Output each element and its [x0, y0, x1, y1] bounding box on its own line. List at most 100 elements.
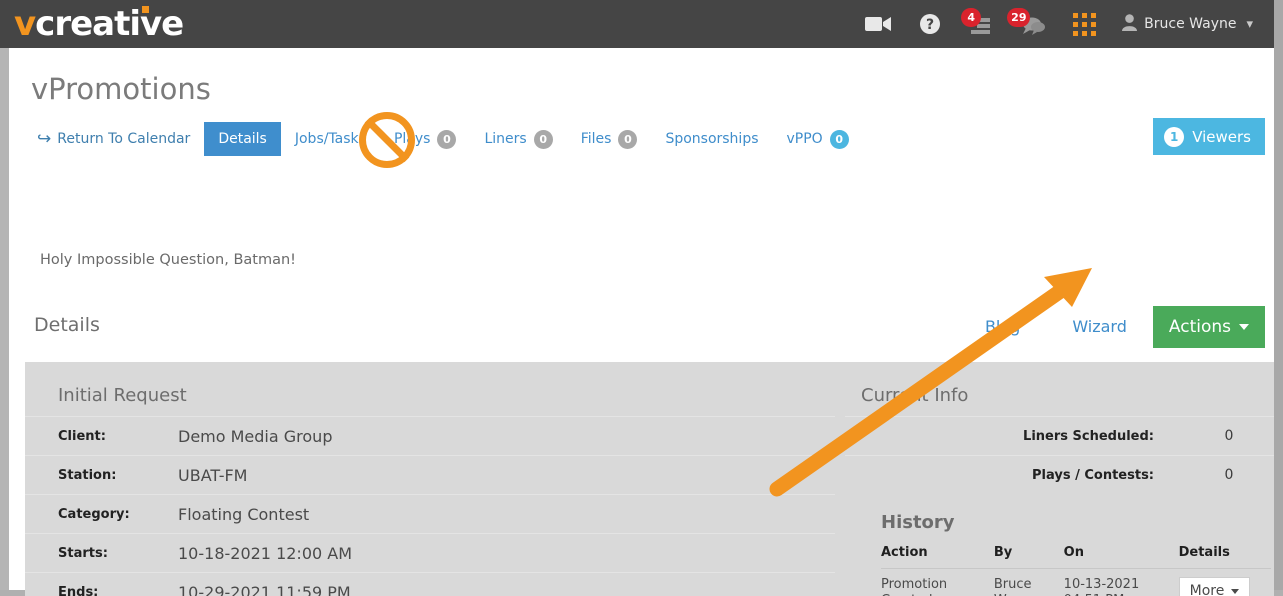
caret-down-icon	[1231, 588, 1240, 594]
current-info-section: Current Info Liners Scheduled: 0 Plays /…	[845, 362, 1274, 596]
tab-vppo-badge: 0	[829, 129, 849, 149]
viewers-label: Viewers	[1192, 127, 1251, 146]
tab-jobs-tasks[interactable]: Jobs/Tasks	[281, 122, 380, 156]
window-left-border	[0, 48, 9, 596]
logo-v-letter: v	[14, 4, 36, 44]
tasks-badge: 4	[961, 8, 982, 27]
details-section-title: Details	[34, 314, 100, 336]
history-cell-by: Bruce Wayne	[993, 577, 1038, 596]
field-value-starts: 10-18-2021 12:00 AM	[178, 543, 353, 563]
table-row: Liners Scheduled: 0	[845, 416, 1274, 455]
back-arrow-icon: ↪	[37, 128, 52, 149]
field-label-starts: Starts:	[58, 545, 108, 561]
grid-dots	[1073, 12, 1097, 36]
video-camera-icon[interactable]	[851, 0, 905, 48]
actions-button[interactable]: Actions	[1152, 306, 1265, 348]
more-button[interactable]: More	[1178, 577, 1251, 596]
user-menu[interactable]: Bruce Wayne ▾	[1110, 0, 1257, 48]
column-header-action: Action	[881, 541, 994, 569]
table-row: Promotion Created Bruce Wayne 10-13-2021…	[881, 569, 1271, 596]
field-label-station: Station:	[58, 467, 117, 483]
history-cell-action: Promotion Created	[881, 577, 948, 596]
column-header-by: By	[993, 541, 1064, 569]
actions-button-label: Actions	[1168, 317, 1231, 337]
top-nav-actions: ? 4 29 Bruce Wayne ▾	[851, 0, 1283, 48]
logo-text: creative	[35, 4, 184, 44]
tab-details-label: Details	[218, 131, 267, 147]
tab-vppo[interactable]: vPPO 0	[773, 122, 863, 156]
svg-text:?: ?	[926, 17, 934, 33]
field-value-ends: 10-29-2021 11:59 PM	[178, 582, 351, 596]
tab-plays-label: Plays	[393, 131, 431, 147]
field-value-station: UBAT-FM	[178, 465, 248, 485]
viewers-button[interactable]: 1 Viewers	[1153, 118, 1265, 155]
page-title: vPromotions	[31, 72, 211, 106]
messages-badge: 29	[1007, 8, 1031, 27]
current-info-title: Current Info	[861, 385, 969, 406]
history-title: History	[881, 512, 955, 533]
more-button-label: More	[1189, 583, 1225, 596]
return-to-calendar-link[interactable]: ↪ Return To Calendar	[31, 122, 204, 156]
tasks-list-icon[interactable]: 4	[955, 0, 1005, 48]
user-name-label: Bruce Wayne	[1144, 16, 1237, 32]
tab-jobs-tasks-label: Jobs/Tasks	[294, 131, 366, 147]
history-cell-on: 10-13-2021 04:51 PM	[1063, 577, 1140, 596]
details-card: Initial Request Client: Demo Media Group…	[25, 362, 1274, 596]
initial-request-title: Initial Request	[58, 385, 187, 406]
history-table: Action By On Details Promotion Created B…	[881, 541, 1271, 596]
tab-plays-badge: 0	[437, 129, 457, 149]
column-header-details: Details	[1178, 541, 1271, 569]
app-grid-icon[interactable]	[1059, 0, 1110, 48]
tab-sponsorships[interactable]: Sponsorships	[651, 122, 772, 156]
tab-files-label: Files	[580, 131, 612, 147]
blog-link[interactable]: Blog	[959, 307, 1046, 347]
tab-plays[interactable]: Plays 0	[380, 122, 471, 156]
tab-bar: ↪ Return To Calendar Details Jobs/Tasks …	[31, 119, 863, 159]
details-header-bar: Details Blog Wizard Actions	[26, 306, 1274, 350]
tab-details[interactable]: Details	[204, 122, 281, 156]
table-row: Client: Demo Media Group	[25, 416, 835, 455]
wizard-link[interactable]: Wizard	[1046, 307, 1153, 347]
field-label-plays-contests: Plays / Contests:	[1031, 467, 1154, 483]
details-header-actions: Blog Wizard Actions	[959, 306, 1265, 348]
field-value-category: Floating Contest	[178, 504, 310, 524]
promotion-subtitle: Holy Impossible Question, Batman!	[40, 252, 296, 268]
field-label-liners-scheduled: Liners Scheduled:	[1023, 428, 1154, 444]
table-row: Plays / Contests: 0	[845, 455, 1274, 494]
tab-vppo-label: vPPO	[786, 131, 823, 147]
top-navigation-bar: vcreative ? 4 29 Bruce Wayne ▾	[0, 0, 1283, 48]
tab-files[interactable]: Files 0	[567, 122, 652, 156]
vcreative-logo[interactable]: vcreative	[14, 4, 184, 44]
table-row: Station: UBAT-FM	[25, 455, 835, 494]
field-label-ends: Ends:	[58, 584, 99, 596]
field-label-client: Client:	[58, 428, 106, 444]
history-section: History Action By On Details Promotion B…	[845, 494, 1274, 596]
initial-request-section: Initial Request Client: Demo Media Group…	[25, 362, 835, 596]
app-window: vcreative ? 4 29 Bruce Wayne ▾ vPromotio…	[0, 0, 1283, 596]
column-header-on: On	[1063, 541, 1179, 569]
history-cell-details: More	[1178, 569, 1271, 596]
table-row: Category: Floating Contest	[25, 494, 835, 533]
help-circle-icon[interactable]: ?	[905, 0, 955, 48]
table-row: Ends: 10-29-2021 11:59 PM	[25, 572, 835, 596]
field-value-plays-contests: 0	[1224, 467, 1234, 483]
main-content: vPromotions ↪ Return To Calendar Details…	[9, 48, 1274, 596]
tab-liners-badge: 0	[533, 129, 553, 149]
logo-i-dot	[142, 6, 149, 13]
field-value-client: Demo Media Group	[178, 426, 333, 446]
caret-down-icon	[1239, 324, 1249, 330]
avatar-icon	[1122, 13, 1138, 35]
return-to-calendar-label: Return To Calendar	[57, 131, 191, 147]
history-table-header-row: Action By On Details	[881, 541, 1271, 569]
tab-sponsorships-label: Sponsorships	[665, 131, 759, 147]
tab-liners-label: Liners	[484, 131, 527, 147]
tab-files-badge: 0	[618, 129, 638, 149]
tab-liners[interactable]: Liners 0	[470, 122, 566, 156]
field-label-category: Category:	[58, 506, 130, 522]
viewers-count-badge: 1	[1164, 126, 1185, 147]
field-value-liners-scheduled: 0	[1224, 428, 1234, 444]
chevron-down-icon: ▾	[1246, 16, 1253, 32]
table-row: Starts: 10-18-2021 12:00 AM	[25, 533, 835, 572]
window-right-border	[1274, 0, 1283, 596]
chat-bubbles-icon[interactable]: 29	[1005, 0, 1059, 48]
